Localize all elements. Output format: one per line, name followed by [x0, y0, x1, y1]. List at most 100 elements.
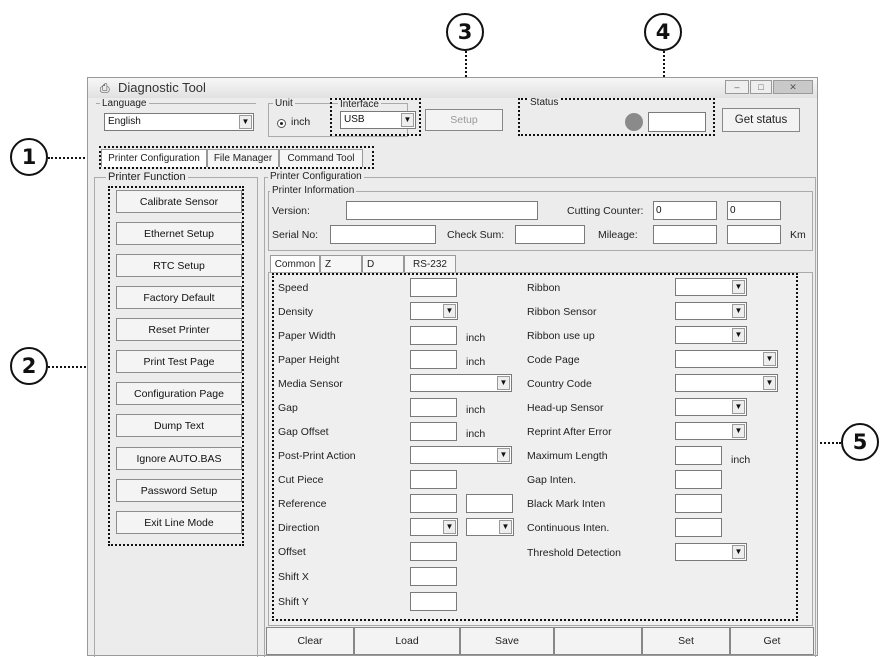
- unit-inch-radio[interactable]: [277, 119, 286, 128]
- printer-function-button-4[interactable]: Factory Default: [116, 286, 242, 309]
- chevron-down-icon: ▼: [763, 352, 776, 366]
- direction-select-1[interactable]: ▼: [410, 518, 458, 536]
- direction-label: Direction: [278, 522, 320, 534]
- shift-x-field[interactable]: [410, 567, 457, 586]
- reference-y-field[interactable]: [466, 494, 513, 513]
- tab-file-manager[interactable]: File Manager: [207, 149, 279, 167]
- save-button[interactable]: Save: [460, 627, 554, 655]
- printer-function-button-6[interactable]: Print Test Page: [116, 350, 242, 373]
- code-page-select[interactable]: ▼: [675, 350, 778, 368]
- printer-function-button-5[interactable]: Reset Printer: [116, 318, 242, 341]
- printer-function-button-9[interactable]: Ignore AUTO.BAS: [116, 447, 242, 470]
- mileage-field-1[interactable]: [653, 225, 717, 244]
- tab-d[interactable]: D: [362, 255, 404, 273]
- callout-3-text: 3: [457, 20, 473, 44]
- printer-function-button-label: Ignore AUTO.BAS: [136, 452, 222, 465]
- interface-value: USB: [344, 114, 365, 125]
- get-status-button[interactable]: Get status: [722, 108, 800, 132]
- maximize-button[interactable]: □: [750, 80, 772, 94]
- ribbon-sensor-select[interactable]: ▼: [675, 302, 747, 320]
- paper-width-field[interactable]: [410, 326, 457, 345]
- version-label: Version:: [272, 205, 310, 217]
- black-mark-inten-field[interactable]: [675, 494, 722, 513]
- density-select[interactable]: ▼: [410, 302, 458, 320]
- unit-inch-label: inch: [291, 116, 311, 128]
- load-button[interactable]: Load: [354, 627, 460, 655]
- ribbon-use-up-label: Ribbon use up: [527, 330, 595, 342]
- minimize-button[interactable]: –: [725, 80, 749, 94]
- post-print-action-select[interactable]: ▼: [410, 446, 512, 464]
- callout-2-text: 2: [21, 354, 37, 378]
- set-button[interactable]: Set: [642, 627, 730, 655]
- media-sensor-select[interactable]: ▼: [410, 374, 512, 392]
- speed-label: Speed: [278, 282, 309, 294]
- gap-offset-field[interactable]: [410, 422, 457, 441]
- setup-button[interactable]: Setup: [425, 109, 503, 131]
- printer-icon: ⎙: [100, 81, 110, 95]
- printer-function-button-10[interactable]: Password Setup: [116, 479, 242, 502]
- speed-field[interactable]: [410, 278, 457, 297]
- printer-information-title: Printer Information: [270, 185, 357, 196]
- printer-function-button-1[interactable]: Calibrate Sensor: [116, 190, 242, 213]
- printer-configuration-title: Printer Configuration: [268, 171, 364, 182]
- media-sensor-label: Media Sensor: [278, 378, 343, 390]
- tab-z[interactable]: Z: [320, 255, 362, 273]
- head-up-sensor-select[interactable]: ▼: [675, 398, 747, 416]
- get-button[interactable]: Get: [730, 627, 814, 655]
- threshold-detection-select[interactable]: ▼: [675, 543, 747, 561]
- callout-3: 3: [446, 13, 484, 51]
- clear-button[interactable]: Clear: [266, 627, 354, 655]
- direction-select-2[interactable]: ▼: [466, 518, 514, 536]
- tab-printer-configuration-label: Printer Configuration: [108, 153, 200, 164]
- close-button[interactable]: ✕: [773, 80, 813, 94]
- gap-field[interactable]: [410, 398, 457, 417]
- ribbon-select[interactable]: ▼: [675, 278, 747, 296]
- save-button-label: Save: [495, 635, 519, 647]
- callout-5-text: 5: [852, 430, 868, 454]
- printer-function-button-7[interactable]: Configuration Page: [116, 382, 242, 405]
- paper-height-unit: inch: [466, 356, 486, 368]
- checksum-field[interactable]: [515, 225, 585, 244]
- language-select[interactable]: English ▼: [104, 113, 254, 131]
- callout-5: 5: [841, 423, 879, 461]
- printer-function-button-8[interactable]: Dump Text: [116, 414, 242, 437]
- serial-field[interactable]: [330, 225, 436, 244]
- printer-function-button-label: Factory Default: [143, 291, 215, 304]
- interface-select[interactable]: USB ▼: [340, 111, 416, 129]
- printer-function-button-11[interactable]: Exit Line Mode: [116, 511, 242, 534]
- shift-y-field[interactable]: [410, 592, 457, 611]
- version-field[interactable]: [346, 201, 538, 220]
- printer-function-button-3[interactable]: RTC Setup: [116, 254, 242, 277]
- tab-rs232-label: RS-232: [413, 259, 447, 270]
- load-button-label: Load: [395, 635, 419, 647]
- chevron-down-icon: ▼: [401, 113, 414, 127]
- paper-height-field[interactable]: [410, 350, 457, 369]
- gap-offset-label: Gap Offset: [278, 426, 329, 438]
- cut-piece-field[interactable]: [410, 470, 457, 489]
- clear-button-label: Clear: [297, 635, 323, 647]
- shift-y-label: Shift Y: [278, 596, 309, 608]
- cutting-counter-field-1[interactable]: 0: [653, 201, 717, 220]
- printer-function-button-label: Calibrate Sensor: [139, 195, 219, 208]
- tab-common[interactable]: Common: [270, 255, 320, 273]
- printer-function-button-label: Print Test Page: [143, 355, 215, 368]
- tab-printer-configuration[interactable]: Printer Configuration: [101, 149, 207, 167]
- gap-inten-field[interactable]: [675, 470, 722, 489]
- maximum-length-field[interactable]: [675, 446, 722, 465]
- callout-4-text: 4: [655, 20, 671, 44]
- tab-rs232[interactable]: RS-232: [404, 255, 456, 273]
- gap-unit: inch: [466, 404, 486, 416]
- country-code-select[interactable]: ▼: [675, 374, 778, 392]
- printer-function-button-2[interactable]: Ethernet Setup: [116, 222, 242, 245]
- tab-command-tool-label: Command Tool: [287, 153, 355, 164]
- cutting-counter-field-2[interactable]: 0: [727, 201, 781, 220]
- printer-function-button-label: Ethernet Setup: [143, 227, 215, 240]
- continuous-inten-field[interactable]: [675, 518, 722, 537]
- reprint-after-error-select[interactable]: ▼: [675, 422, 747, 440]
- tab-command-tool[interactable]: Command Tool: [279, 149, 363, 167]
- title-bar: ⎙ Diagnostic Tool – □ ✕: [88, 78, 817, 98]
- ribbon-use-up-select[interactable]: ▼: [675, 326, 747, 344]
- reference-x-field[interactable]: [410, 494, 457, 513]
- offset-field[interactable]: [410, 542, 457, 561]
- mileage-field-2[interactable]: [727, 225, 781, 244]
